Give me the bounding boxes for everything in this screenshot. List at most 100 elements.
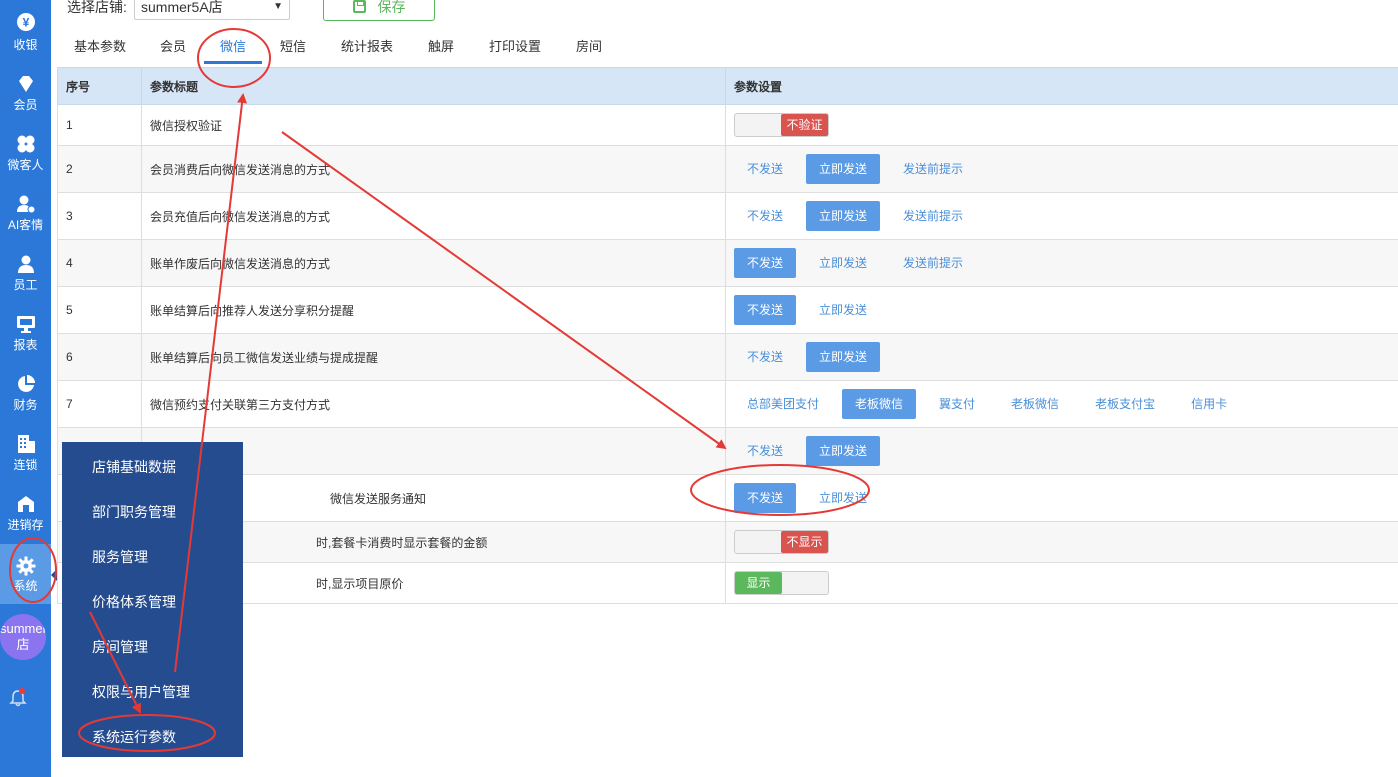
monitor-icon [16,314,36,334]
row-setting: 不发送 立即发送 [725,333,1398,381]
column-header: 序号 [57,67,142,105]
toggle-switch[interactable]: 显示 [734,571,829,595]
option-button[interactable]: 信用卡 [1178,389,1240,419]
tab-basic[interactable]: 基本参数 [71,34,129,64]
tab-room[interactable]: 房间 [573,34,605,64]
option-button[interactable]: 老板支付宝 [1082,389,1168,419]
sidebar-item-label: AI客情 [7,218,44,232]
save-button[interactable]: 保存 [323,0,435,21]
sidebar-item-inventory[interactable]: 进销存 [0,480,51,540]
row-title: 微信授权验证 [141,104,726,146]
notification-dot [19,688,25,694]
option-button[interactable]: 立即发送 [806,483,880,513]
column-header: 参数标题 [141,67,726,105]
store-label: 选择店铺: [67,0,127,15]
option-button[interactable]: 不发送 [734,154,796,184]
option-button[interactable]: 不发送 [734,483,797,513]
option-button[interactable]: 立即发送 [806,154,881,184]
tab-print[interactable]: 打印设置 [486,34,544,64]
row-number: 7 [57,380,142,428]
row-setting: 显示 [725,562,1398,604]
sidebar-item-label: 进销存 [7,518,44,532]
row-setting: 不发送 立即发送 发送前提示 [725,145,1398,193]
sidebar-item-cashier[interactable]: ¥ 收银 [0,0,51,60]
save-button-label: 保存 [377,0,406,15]
menu-item-department-position[interactable]: 部门职务管理 [92,502,176,522]
gear-icon [16,556,36,576]
tab-touch[interactable]: 触屏 [425,34,457,64]
option-button[interactable]: 立即发送 [806,436,881,466]
menu-item-service-management[interactable]: 服务管理 [92,547,148,567]
table-row: 1 微信授权验证 不验证 [57,104,1398,146]
table-row: 5 账单结算后向推荐人发送分享积分提醒 不发送 立即发送 [57,286,1398,334]
column-header: 参数设置 [725,67,1398,105]
table-row: 3 会员充值后向微信发送消息的方式 不发送 立即发送 发送前提示 [57,192,1398,240]
sidebar-item-system[interactable]: 系统 [0,544,51,604]
sidebar-item-label: 报表 [13,338,38,352]
option-button[interactable]: 不发送 [734,342,796,372]
option-button[interactable]: 老板微信 [998,389,1072,419]
row-title: 账单作废后向微信发送消息的方式 [141,239,726,287]
store-select[interactable]: summer5A店 ▼ [134,0,290,20]
toggle-knob: 显示 [735,572,782,594]
sidebar-item-label: 连锁 [13,458,38,472]
option-button[interactable]: 翼支付 [926,389,988,419]
table-row: 微信发送服务通知 不发送 立即发送 [57,474,1398,522]
table-header-row: 序号 参数标题 参数设置 [57,67,1398,105]
option-button[interactable]: 不发送 [734,436,796,466]
store-select-value: summer5A店 [141,0,223,15]
warehouse-icon [16,494,36,514]
row-setting: 不发送 立即发送 发送前提示 [725,192,1398,240]
row-title: 账单结算后向员工微信发送业绩与提成提醒 [141,333,726,381]
row-number: 1 [57,104,142,146]
option-button[interactable]: 不发送 [734,201,796,231]
tab-stats[interactable]: 统计报表 [338,34,396,64]
option-button[interactable]: 总部美团支付 [734,389,832,419]
tab-sms[interactable]: 短信 [277,34,309,64]
sidebar-item-reports[interactable]: 报表 [0,300,51,360]
clover-icon [16,134,36,154]
menu-item-permission-user[interactable]: 权限与用户管理 [92,682,190,702]
tab-wechat[interactable]: 微信 [204,34,262,64]
bell-icon[interactable] [8,688,28,708]
option-button[interactable]: 老板微信 [842,389,917,419]
table-row: 不发送 立即发送 [57,427,1398,475]
toggle-switch[interactable]: 不显示 [734,530,829,554]
tab-member[interactable]: 会员 [157,34,189,64]
sidebar-item-member[interactable]: 会员 [0,60,51,120]
option-button[interactable]: 不发送 [734,248,797,278]
row-number: 4 [57,239,142,287]
option-button[interactable]: 发送前提示 [890,201,976,231]
option-button[interactable]: 发送前提示 [890,154,976,184]
menu-item-price-system[interactable]: 价格体系管理 [92,592,176,612]
caret-down-icon: ▼ [273,1,283,12]
option-button[interactable]: 不发送 [734,295,797,325]
menu-item-store-basic-data[interactable]: 店铺基础数据 [92,457,176,477]
option-button[interactable]: 立即发送 [806,295,880,325]
option-button[interactable]: 立即发送 [806,248,880,278]
sidebar-item-label: 微客人 [7,158,44,172]
pie-chart-icon [16,374,36,394]
avatar[interactable]: summer5A店 [0,614,46,660]
sidebar-item-wechat-guest[interactable]: 微客人 [0,120,51,180]
sidebar-item-finance[interactable]: 财务 [0,360,51,420]
row-number: 5 [57,286,142,334]
user-icon [16,254,36,274]
option-button[interactable]: 立即发送 [806,201,881,231]
sidebar-item-label: 会员 [13,98,38,112]
row-setting: 总部美团支付 老板微信 翼支付 老板微信 老板支付宝 信用卡 [725,380,1398,428]
sidebar-item-chain[interactable]: 连锁 [0,420,51,480]
menu-item-room-management[interactable]: 房间管理 [92,637,148,657]
table-row: 4 账单作废后向微信发送消息的方式 不发送 立即发送 发送前提示 [57,239,1398,287]
sidebar-item-staff[interactable]: 员工 [0,240,51,300]
save-disk-icon [352,0,366,13]
menu-item-system-params[interactable]: 系统运行参数 [92,727,176,747]
option-button[interactable]: 立即发送 [806,342,881,372]
sidebar-item-ai-relations[interactable]: AI客情 [0,180,51,240]
row-number: 6 [57,333,142,381]
row-setting: 不发送 立即发送 [725,474,1398,522]
toggle-switch[interactable]: 不验证 [734,113,829,137]
option-button[interactable]: 发送前提示 [890,248,976,278]
sidebar-item-label: 系统 [13,579,38,593]
table-row: 7 微信预约支付关联第三方支付方式 总部美团支付 老板微信 翼支付 老板微信 老板支付宝… [57,380,1398,428]
